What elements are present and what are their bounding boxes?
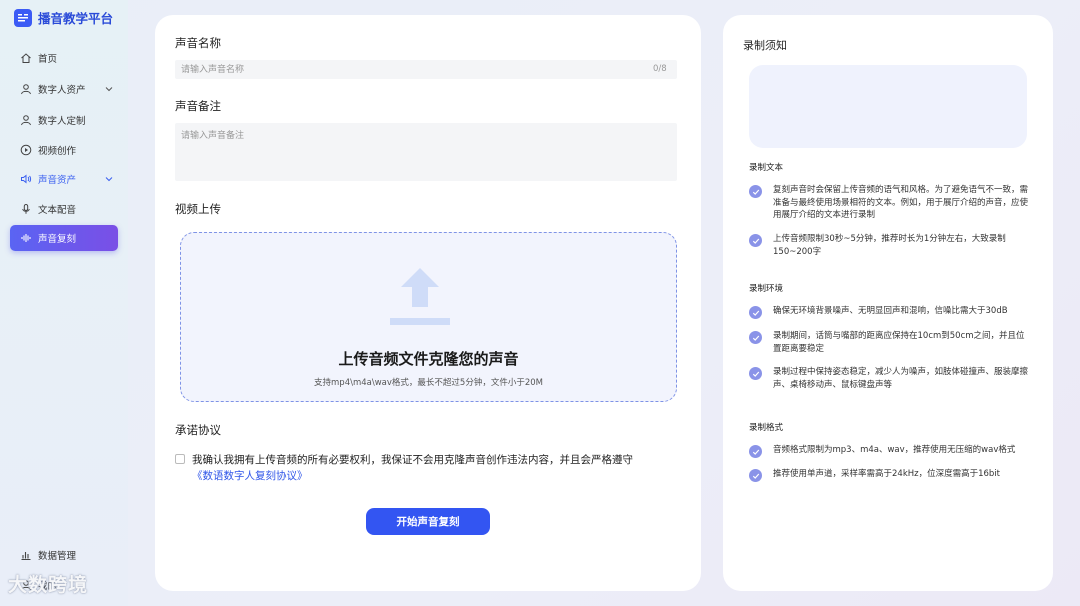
notes-rule-text: 音频格式限制为mp3、m4a、wav，推荐使用无压缩的wav格式 <box>773 445 1016 455</box>
notes-section-heading: 录制格式 <box>749 423 784 433</box>
speaker-icon <box>21 174 32 184</box>
check-circle-icon <box>749 445 762 458</box>
notes-section-heading: 录制文本 <box>749 163 784 173</box>
upload-hint: 支持mp4\m4a\wav格式，最长不超过5分钟，文件小于20M <box>314 378 543 388</box>
sidebar-item-home[interactable]: 首页 <box>10 45 118 71</box>
play-circle-icon <box>20 144 32 156</box>
check-circle-icon <box>749 306 762 319</box>
voice-note-label: 声音备注 <box>175 99 221 113</box>
watermark: 大数跨境 <box>8 574 89 596</box>
home-icon <box>21 53 31 63</box>
brand-logo-icon <box>14 8 32 27</box>
check-circle-icon <box>749 367 762 380</box>
sidebar-item-label: 数字人定制 <box>38 116 86 127</box>
voice-name-input[interactable] <box>175 60 677 79</box>
sidebar-item-label: 首页 <box>38 54 58 65</box>
check-circle-icon <box>749 331 762 344</box>
agreement-label: 承诺协议 <box>175 423 221 437</box>
sidebar-item-label: 数据管理 <box>38 551 77 562</box>
sidebar-item-digital-human-assets[interactable]: 数字人资产 <box>10 76 118 102</box>
voice-name-label: 声音名称 <box>175 36 221 50</box>
notes-rule-text: 上传音频限制30秒~5分钟，推荐时长为1分钟左右，大致录制150~200字 <box>773 234 1006 257</box>
user-icon <box>21 84 31 95</box>
recording-notes-panel: 录制须知 录制文本 复刻声音时会保留上传音频的语气和风格。为了避免语气不一致，需… <box>723 15 1053 591</box>
brand[interactable]: 播音教学平台 <box>14 8 113 27</box>
sidebar-item-voice-assets[interactable]: 声音资产 <box>10 166 118 192</box>
sidebar-item-label: 数字人资产 <box>38 85 86 96</box>
notes-rule-text: 复刻声音时会保留上传音频的语气和风格。为了避免语气不一致，需准备与最终使用场景相… <box>773 185 1029 220</box>
person-icon <box>21 115 31 126</box>
sidebar-item-video-creation[interactable]: 视频创作 <box>10 137 118 163</box>
agreement-text: 我确认我拥有上传音频的所有必要权利，我保证不会用克隆声音创作违法内容，并且会严格… <box>192 454 633 466</box>
sidebar-item-label: 文本配音 <box>38 205 77 216</box>
upload-label: 视频上传 <box>175 202 221 216</box>
notes-rule-text: 推荐使用单声道，采样率需高于24kHz，位深度需高于16bit <box>773 469 1000 479</box>
notes-rule-text: 录制过程中保持姿态稳定，减少人为噪声，如肢体碰撞声、服装摩擦声、桌椅移动声、鼠标… <box>773 367 1029 390</box>
upload-title: 上传音频文件克隆您的声音 <box>338 350 519 368</box>
sidebar: 播音教学平台 首页 数字人资产 数字人定制 视频创作 声音资产 文本配音 声音复… <box>0 0 128 606</box>
agreement-link[interactable]: 《数语数字人复刻协议》 <box>192 470 308 482</box>
waveform-icon <box>21 234 31 242</box>
sidebar-item-digital-human-custom[interactable]: 数字人定制 <box>10 107 118 133</box>
sidebar-item-voice-clone[interactable]: 声音复刻 <box>10 225 118 251</box>
microphone-icon <box>22 204 30 214</box>
notes-title: 录制须知 <box>743 39 787 52</box>
upload-icon <box>390 268 450 325</box>
sidebar-item-label: 视频创作 <box>38 146 77 157</box>
upload-dropzone[interactable]: 上传音频文件克隆您的声音 支持mp4\m4a\wav格式，最长不超过5分钟，文件… <box>180 232 677 402</box>
voice-note-textarea[interactable] <box>175 123 677 181</box>
brand-name: 播音教学平台 <box>38 11 114 26</box>
bar-chart-icon <box>21 552 31 561</box>
check-circle-icon <box>749 185 762 198</box>
start-voice-clone-button[interactable]: 开始声音复刻 <box>366 508 490 535</box>
chevron-down-icon <box>105 177 113 182</box>
notes-preview-box <box>749 65 1027 148</box>
voice-name-counter: 0/8 <box>653 64 667 74</box>
sidebar-item-data-management[interactable]: 数据管理 <box>10 542 118 568</box>
check-circle-icon <box>749 469 762 482</box>
agreement-text-block: 我确认我拥有上传音频的所有必要权利，我保证不会用克隆声音创作违法内容，并且会严格… <box>192 452 682 484</box>
sidebar-item-text-dubbing[interactable]: 文本配音 <box>10 196 118 222</box>
notes-rule-text: 确保无环境背景噪声、无明显回声和混响，信噪比需大于30dB <box>773 306 1008 316</box>
agreement-checkbox[interactable] <box>175 454 185 464</box>
check-circle-icon <box>749 234 762 247</box>
voice-clone-form: 声音名称 0/8 声音备注 视频上传 上传音频文件克隆您的声音 支持mp4\m4… <box>155 15 701 591</box>
chevron-down-icon <box>105 87 113 92</box>
notes-rule-text: 录制期间，话筒与嘴部的距离应保持在10cm到50cm之间，并且位置距离要稳定 <box>773 331 1025 354</box>
sidebar-item-label: 声音资产 <box>38 175 77 186</box>
sidebar-item-label: 声音复刻 <box>38 234 77 245</box>
notes-section-heading: 录制环境 <box>749 284 784 294</box>
